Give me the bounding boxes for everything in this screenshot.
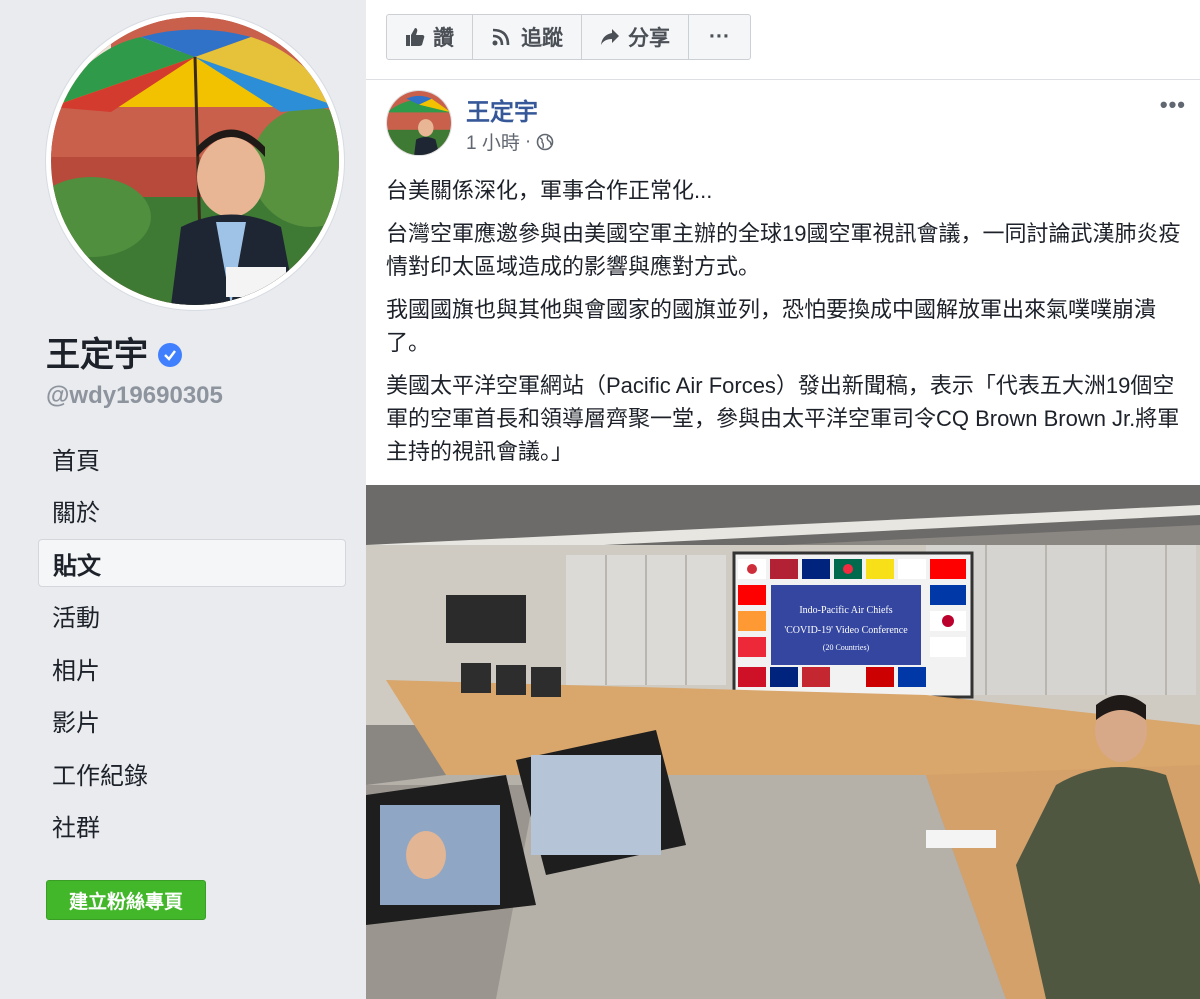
follow-label: 追蹤 [521,27,563,50]
profile-name-text[interactable]: 王定宇 [46,334,148,376]
action-button-group: 讚 追蹤 分享 ··· [386,14,751,60]
globe-icon[interactable] [536,133,554,151]
sidebar-item-home[interactable]: 首頁 [38,434,346,482]
profile-name[interactable]: 王定宇 [46,334,182,376]
screen-text-line2: 'COVID-19' Video Conference [784,625,908,636]
sidebar-item-community[interactable]: 社群 [38,802,346,850]
sidebar-item-events[interactable]: 活動 [38,592,346,640]
page-action-bar: 讚 追蹤 分享 ··· [366,0,1200,80]
screen-text-line3: (20 Countries) [823,643,870,652]
follow-button[interactable]: 追蹤 [473,15,582,59]
post-card: 王定宇 1 小時 · ••• 台美關係深化，軍事合作正常化... 台灣空軍應邀參… [366,80,1200,999]
profile-photo[interactable] [51,17,339,305]
profile-handle[interactable]: @wdy19690305 [46,382,223,410]
more-options-button[interactable]: ··· [689,15,750,59]
post-photo[interactable]: Indo-Pacific Air Chiefs 'COVID-19' Video… [366,485,1200,999]
sidebar-item-jobs[interactable]: 工作紀錄 [38,749,346,797]
post-paragraph: 美國太平洋空軍網站（Pacific Air Forces）發出新聞稿，表示「代表… [386,373,1180,464]
sidebar-item-photos[interactable]: 相片 [38,644,346,692]
screen-text-line1: Indo-Pacific Air Chiefs [799,605,892,616]
like-label: 讚 [433,27,454,50]
post-options-button[interactable]: ••• [1160,92,1186,118]
profile-picture[interactable] [46,12,344,310]
post-author-photo [387,91,451,155]
sidebar-item-posts[interactable]: 貼文 [38,539,346,587]
post-paragraph: 我國國旗也與其他與會國家的國旗並列，恐怕要換成中國解放軍出來氣噗噗崩潰了。 [386,297,1157,355]
rss-icon [492,28,510,46]
thumbs-up-icon [406,28,425,46]
sidebar-nav: 首頁 關於 貼文 活動 相片 影片 工作紀錄 社群 [38,434,346,854]
post-timestamp[interactable]: 1 小時 [466,128,520,155]
post-author-name[interactable]: 王定宇 [466,92,538,127]
share-label: 分享 [628,27,670,50]
sidebar-item-videos[interactable]: 影片 [38,697,346,745]
post-text: 台美關係深化，軍事合作正常化... 台灣空軍應邀參與由美國空軍主辦的全球19國空… [386,174,1186,478]
sidebar-item-about[interactable]: 關於 [38,487,346,535]
share-button[interactable]: 分享 [582,15,689,59]
conference-room-photo: Indo-Pacific Air Chiefs 'COVID-19' Video… [366,485,1200,999]
like-button[interactable]: 讚 [387,15,473,59]
left-sidebar: 王定宇 @wdy19690305 首頁 關於 貼文 活動 相片 影片 工作紀錄 … [0,0,366,999]
meta-separator: · [524,130,532,152]
post-meta: 1 小時 · [466,128,554,155]
create-page-button[interactable]: 建立粉絲專頁 [46,880,206,920]
share-arrow-icon [601,29,619,45]
profile-photo-image [51,17,339,305]
post-paragraph: 台灣空軍應邀參與由美國空軍主辦的全球19國空軍視訊會議，一同討論武漢肺炎疫情對印… [386,221,1181,279]
post-author-avatar[interactable] [386,90,452,156]
post-paragraph: 台美關係深化，軍事合作正常化... [386,178,713,203]
verified-badge-icon [158,343,182,367]
